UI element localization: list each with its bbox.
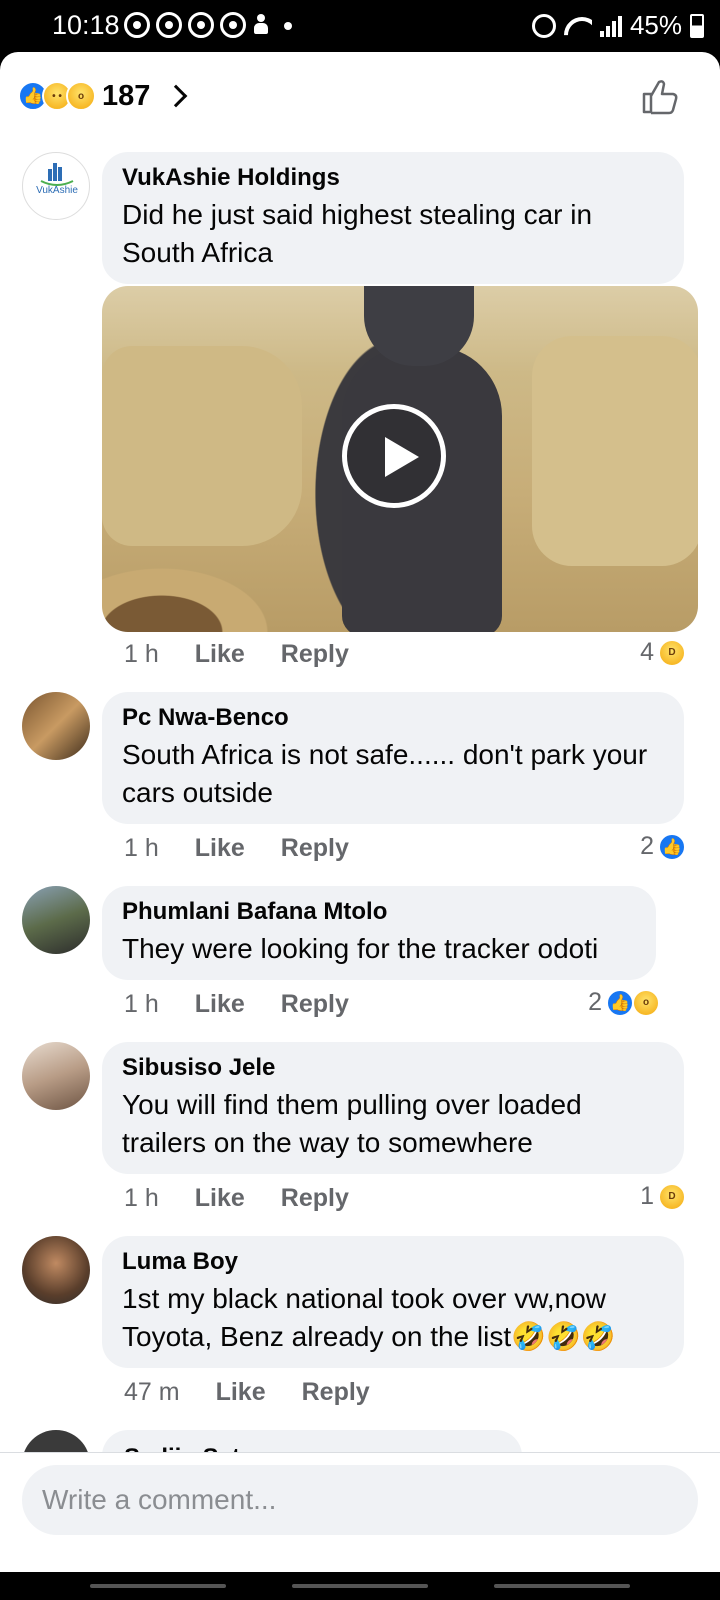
- notification-icon: [188, 12, 214, 38]
- reaction-count: 2: [640, 832, 654, 860]
- video-frame-sofa: [102, 346, 302, 546]
- comment-actions: 1 h Like Reply: [124, 640, 349, 669]
- battery-icon: [690, 13, 704, 38]
- like-reaction-icon: 👍: [606, 988, 634, 1017]
- alarm-icon: [531, 13, 556, 38]
- comment-time: 1 h: [124, 640, 159, 668]
- avatar[interactable]: [22, 886, 90, 954]
- notification-icon: [124, 12, 150, 38]
- chevron-right-icon: [165, 84, 188, 108]
- status-time: 10:18: [52, 10, 120, 40]
- comment-text: They were looking for the tracker odoti: [122, 933, 599, 964]
- comment-time: 1 h: [124, 990, 159, 1018]
- comments-sheet: 👍 • • o 187 VukAshie VukAshie Holdings D…: [0, 52, 720, 1572]
- comment-reactions[interactable]: 2 👍 o: [588, 988, 660, 1017]
- comment-author[interactable]: VukAshie Holdings: [122, 164, 664, 192]
- like-button[interactable]: Like: [216, 1378, 266, 1407]
- comment-bubble: Pc Nwa-Benco South Africa is not safe...…: [102, 692, 684, 824]
- nav-home-button[interactable]: [292, 1584, 428, 1588]
- comment-time: 1 h: [124, 1184, 159, 1212]
- notification-icon: [156, 12, 182, 38]
- reaction-count: 2: [588, 988, 602, 1016]
- nav-recents-button[interactable]: [90, 1584, 226, 1588]
- wifi-icon: [564, 15, 592, 37]
- comment-reactions[interactable]: 2 👍: [640, 832, 686, 861]
- reaction-total: 187: [102, 79, 151, 112]
- svg-text:VukAshie: VukAshie: [36, 185, 78, 196]
- avatar[interactable]: [22, 692, 90, 760]
- like-button[interactable]: Like: [195, 1184, 245, 1213]
- reaction-count: 4: [640, 638, 654, 666]
- like-button[interactable]: Like: [195, 834, 245, 863]
- comment-author[interactable]: Luma Boy: [122, 1248, 664, 1276]
- system-nav-bar: [0, 1572, 720, 1600]
- haha-reaction-icon: D: [658, 638, 686, 667]
- comment-composer: [0, 1452, 720, 1572]
- comment-author[interactable]: Sibusiso Jele: [122, 1054, 664, 1082]
- like-outline-icon[interactable]: [640, 76, 680, 116]
- person-icon: [252, 12, 270, 36]
- comment-actions: 1 h Like Reply: [124, 1184, 349, 1213]
- comment-bubble: Phumlani Bafana Mtolo They were looking …: [102, 886, 656, 980]
- comment-bubble: VukAshie Holdings Did he just said highe…: [102, 152, 684, 284]
- reaction-count: 1: [640, 1182, 654, 1210]
- reply-button[interactable]: Reply: [281, 834, 349, 863]
- notification-icon: [220, 12, 246, 38]
- comment-text: Did he just said highest stealing car in…: [122, 199, 593, 268]
- avatar[interactable]: [22, 1042, 90, 1110]
- haha-reaction-icon: D: [658, 1182, 686, 1211]
- video-thumbnail[interactable]: [102, 286, 698, 632]
- comment-text: You will find them pulling over loaded t…: [122, 1089, 582, 1158]
- reply-button[interactable]: Reply: [302, 1378, 370, 1407]
- nav-back-button[interactable]: [494, 1584, 630, 1588]
- comment-reactions[interactable]: 4 D: [640, 638, 686, 667]
- battery-percent: 45%: [629, 10, 682, 40]
- status-bar: 10:18 45%: [0, 0, 720, 54]
- wow-reaction-icon: o: [632, 988, 660, 1017]
- comment-bubble: Luma Boy 1st my black national took over…: [102, 1236, 684, 1368]
- like-button[interactable]: Like: [195, 640, 245, 669]
- comment-actions: 1 h Like Reply: [124, 834, 349, 863]
- reactions-summary[interactable]: 👍 • • o 187: [18, 76, 188, 116]
- like-reaction-icon: 👍: [658, 832, 686, 861]
- notification-icons: [124, 12, 292, 38]
- comment-reactions[interactable]: 1 D: [640, 1182, 686, 1211]
- comment-author[interactable]: Phumlani Bafana Mtolo: [122, 898, 636, 926]
- more-notifications-dot-icon: [284, 22, 292, 30]
- comment-text: 1st my black national took over vw,now T…: [122, 1283, 616, 1352]
- like-button[interactable]: Like: [195, 990, 245, 1019]
- wow-reaction-icon: o: [66, 81, 96, 111]
- comment-bubble: Sibusiso Jele You will find them pulling…: [102, 1042, 684, 1174]
- comment-time: 47 m: [124, 1378, 180, 1406]
- comment-actions: 1 h Like Reply: [124, 990, 349, 1019]
- comment-time: 1 h: [124, 834, 159, 862]
- comment-actions: 47 m Like Reply: [124, 1378, 370, 1407]
- avatar[interactable]: VukAshie: [22, 152, 90, 220]
- reply-button[interactable]: Reply: [281, 990, 349, 1019]
- reply-button[interactable]: Reply: [281, 1184, 349, 1213]
- reply-button[interactable]: Reply: [281, 640, 349, 669]
- vukashie-logo: VukAshie: [36, 163, 78, 196]
- comment-author[interactable]: Pc Nwa-Benco: [122, 704, 664, 732]
- avatar[interactable]: [22, 1236, 90, 1304]
- comment-text: South Africa is not safe...... don't par…: [122, 739, 648, 808]
- system-icons: 45%: [531, 10, 704, 41]
- signal-icon: [599, 15, 622, 37]
- comment-input[interactable]: [22, 1465, 698, 1535]
- play-icon[interactable]: [342, 404, 446, 508]
- video-frame-cushion: [532, 336, 698, 566]
